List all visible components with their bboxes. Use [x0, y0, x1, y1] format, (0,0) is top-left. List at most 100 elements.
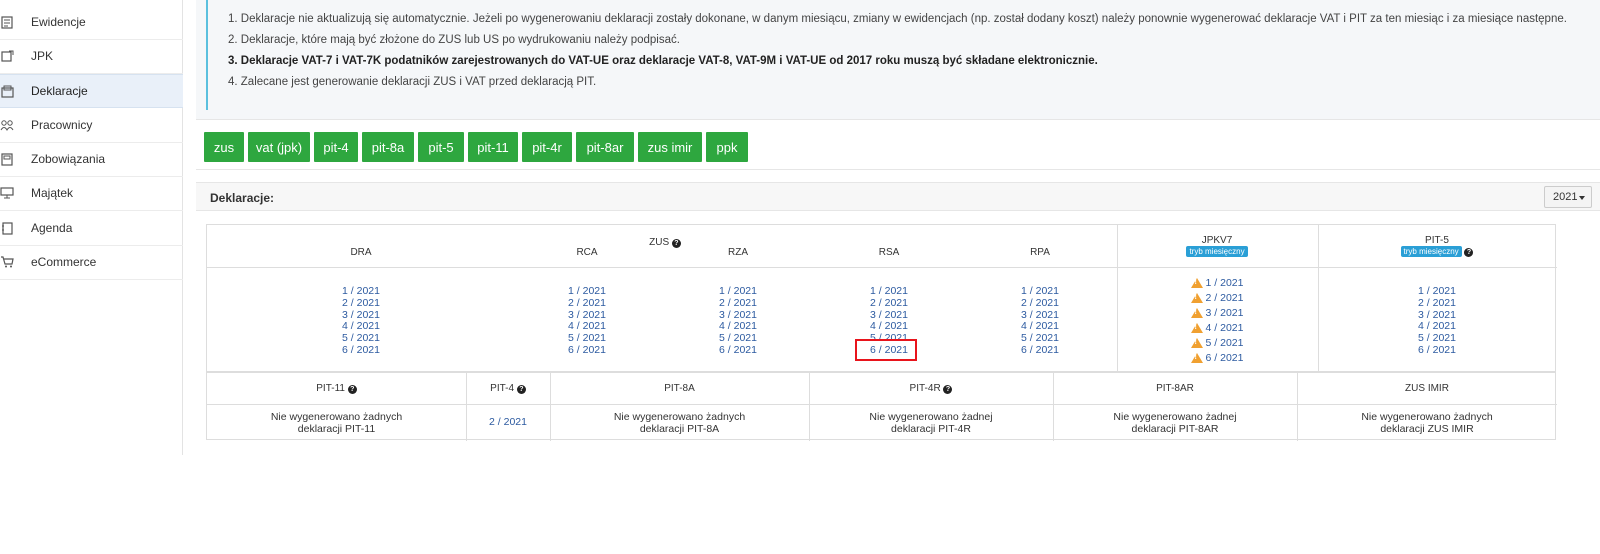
declaration-link[interactable]: 6 / 2021: [698, 344, 778, 357]
year-dropdown[interactable]: 2021: [1544, 186, 1592, 208]
pit-11-button[interactable]: pit-11: [468, 132, 518, 162]
pit-4r-button[interactable]: pit-4r: [522, 132, 572, 162]
help-icon[interactable]: ?: [943, 385, 953, 394]
sidebar-item-label: Agenda: [31, 221, 73, 235]
note-3: 3. Deklaracje VAT-7 i VAT-7K podatników …: [228, 55, 1098, 67]
note-4: 4. Zalecane jest generowanie deklaracji …: [228, 76, 597, 88]
sidebar-item-label: Deklaracje: [31, 84, 88, 98]
help-icon[interactable]: ?: [516, 385, 526, 394]
warning-icon: [1190, 292, 1203, 303]
rca-links: 1 / 2021 2 / 2021 3 / 2021 4 / 2021 5 / …: [547, 285, 627, 357]
zus-imir-button[interactable]: zus imir: [638, 132, 702, 162]
pit-5-button[interactable]: pit-5: [418, 132, 464, 162]
warning-icon: [1190, 277, 1203, 288]
sidebar-item-deklaracje[interactable]: Deklaracje: [0, 74, 183, 108]
declaration-link[interactable]: 1 / 2021: [1167, 275, 1267, 290]
pit-4r-empty-text: Nie wygenerowano żadnej deklaracji PIT-4…: [869, 411, 993, 435]
warning-icon: [1190, 307, 1203, 318]
col-header-pit-4: PIT-4 ?: [466, 383, 550, 394]
sidebar-item-label: Ewidencje: [31, 15, 86, 29]
sidebar-item-ecommerce[interactable]: eCommerce: [0, 245, 183, 279]
sidebar-item-jpk[interactable]: JPK: [0, 39, 183, 73]
jpk-icon: [0, 49, 14, 63]
panel-title: Deklaracje:: [210, 191, 275, 205]
vat-jpk-button[interactable]: vat (jpk): [248, 132, 310, 162]
employees-icon: [0, 118, 14, 132]
sidebar: Ewidencje JPK Deklaracje Pracownicy Zobo…: [0, 0, 183, 455]
pit-4-button[interactable]: pit-4: [314, 132, 358, 162]
pit-8ar-button[interactable]: pit-8ar: [576, 132, 634, 162]
sidebar-item-agenda[interactable]: Agenda: [0, 211, 183, 245]
declaration-link[interactable]: 6 / 2021: [547, 344, 627, 357]
rpa-links: 1 / 2021 2 / 2021 3 / 2021 4 / 2021 5 / …: [1000, 285, 1080, 357]
pit-8ar-empty-text: Nie wygenerowano żadnej deklaracji PIT-8…: [1113, 411, 1237, 435]
warning-icon: [1190, 322, 1203, 333]
warning-icon: [1190, 352, 1203, 363]
declaration-link[interactable]: 2 / 2021: [1397, 297, 1477, 310]
sidebar-item-label: Pracownicy: [31, 118, 93, 132]
help-icon[interactable]: ?: [347, 385, 357, 394]
warning-icon: [1190, 337, 1203, 348]
declaration-link[interactable]: 2 / 2021: [849, 297, 929, 310]
declaration-link[interactable]: 3 / 2021: [1167, 305, 1267, 320]
year-value: 2021: [1553, 191, 1578, 203]
declaration-link[interactable]: 2 / 2021: [1000, 297, 1080, 310]
dra-links: 1 / 2021 2 / 2021 3 / 2021 4 / 2021 5 / …: [321, 285, 401, 357]
cart-icon: [0, 255, 14, 269]
sidebar-item-pracownicy[interactable]: Pracownicy: [0, 108, 183, 142]
col-header-rca: RCA: [576, 247, 598, 258]
declaration-link[interactable]: 6 / 2021: [1397, 344, 1477, 357]
declarations-panel: Deklaracje: 2021 ZUS ? DRA RCA RZA RSA R…: [196, 182, 1600, 445]
declaration-link[interactable]: 2 / 2021: [1167, 290, 1267, 305]
sidebar-item-label: JPK: [31, 49, 54, 63]
col-header-pit-11: PIT-11 ?: [207, 383, 466, 394]
pit5-group-header: PIT-5 tryb miesięczny ?: [1367, 235, 1507, 257]
declaration-link[interactable]: 6 / 2021: [1167, 350, 1267, 365]
note-2: 2. Deklaracje, które mają być złożone do…: [228, 34, 680, 46]
declaration-link[interactable]: 6 / 2021: [1000, 344, 1080, 357]
liabilities-icon: [0, 152, 14, 166]
declarations-icon: [0, 84, 14, 98]
sidebar-item-label: eCommerce: [31, 255, 97, 269]
help-icon[interactable]: ?: [671, 239, 681, 248]
ppk-button[interactable]: ppk: [706, 132, 748, 162]
assets-icon: [0, 186, 14, 200]
declarations-table: ZUS ? DRA RCA RZA RSA RPA JPKV7 tryb mie…: [206, 224, 1557, 373]
pit-4-link[interactable]: 2 / 2021: [466, 416, 550, 428]
highlight-box: [855, 339, 917, 361]
sidebar-item-label: Zobowiązania: [31, 152, 106, 166]
pit-8a-button[interactable]: pit-8a: [362, 132, 414, 162]
declaration-link[interactable]: 4 / 2021: [1167, 320, 1267, 335]
ledger-icon: [0, 15, 14, 29]
zus-group-header: ZUS ?: [645, 237, 685, 248]
col-header-zus-imir: ZUS IMIR: [1405, 383, 1449, 394]
col-header-pit-8ar: PIT-8AR: [1156, 383, 1194, 394]
help-icon[interactable]: ?: [1464, 248, 1474, 257]
col-header-rpa: RPA: [1030, 247, 1050, 258]
note-1: 1. Deklaracje nie aktualizują się automa…: [228, 13, 1567, 25]
pit-8a-empty-text: Nie wygenerowano żadnych deklaracji PIT-…: [613, 411, 746, 435]
declaration-link[interactable]: 6 / 2021: [321, 344, 401, 357]
jpk-links: 1 / 2021 2 / 2021 3 / 2021 4 / 2021 5 / …: [1167, 275, 1267, 365]
col-header-dra: DRA: [350, 247, 372, 258]
mode-badge: tryb miesięczny: [1400, 246, 1462, 257]
declaration-type-buttons: zus vat (jpk) pit-4 pit-8a pit-5 pit-11 …: [196, 122, 1600, 170]
sidebar-item-majatek[interactable]: Majątek: [0, 176, 183, 210]
mode-badge: tryb miesięczny: [1186, 246, 1248, 257]
panel-header: Deklaracje: 2021: [196, 183, 1600, 211]
sidebar-item-zobowiazania[interactable]: Zobowiązania: [0, 142, 183, 176]
pit-11-empty-text: Nie wygenerowano żadnych deklaracji PIT-…: [270, 411, 403, 435]
declaration-link[interactable]: 2 / 2021: [321, 297, 401, 310]
declaration-link[interactable]: 5 / 2021: [1167, 335, 1267, 350]
declaration-link[interactable]: 2 / 2021: [547, 297, 627, 310]
chevron-down-icon: [1579, 196, 1585, 200]
declaration-link[interactable]: 2 / 2021: [698, 297, 778, 310]
zus-button[interactable]: zus: [204, 132, 244, 162]
other-declarations-table: PIT-11 ? PIT-4 ? PIT-8A PIT-4R ? PIT-8AR…: [206, 372, 1557, 441]
rza-links: 1 / 2021 2 / 2021 3 / 2021 4 / 2021 5 / …: [698, 285, 778, 357]
sidebar-item-ewidencje[interactable]: Ewidencje: [0, 5, 183, 39]
zus-imir-empty-text: Nie wygenerowano żadnych deklaracji ZUS …: [1361, 411, 1493, 435]
col-header-rza: RZA: [728, 247, 748, 258]
info-accent-bar: [206, 0, 208, 110]
col-header-pit-4r: PIT-4R ?: [809, 383, 1053, 394]
